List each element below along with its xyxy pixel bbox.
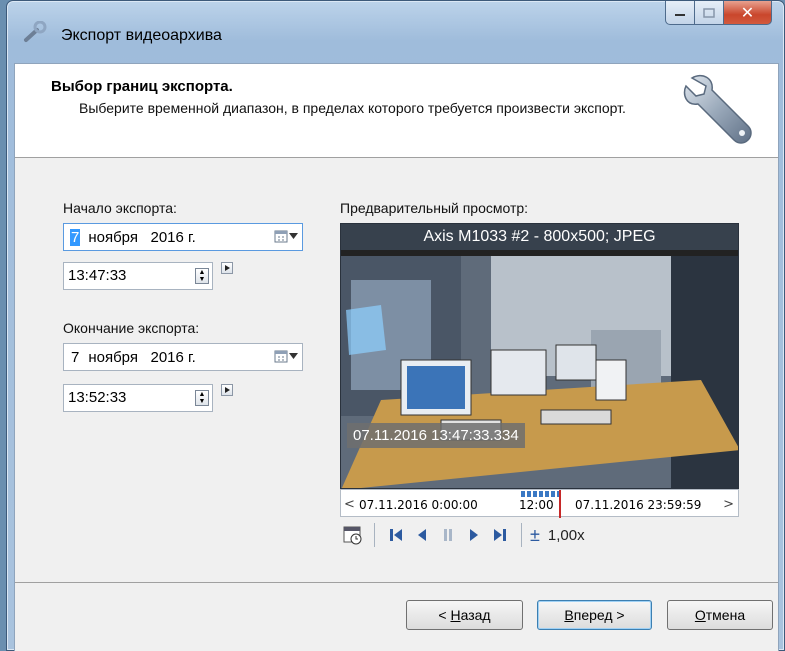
camera-title: Axis M1033 #2 - 800x500; JPEG <box>341 224 738 250</box>
skip-end-icon <box>494 529 506 541</box>
toolbar-separator <box>521 523 522 547</box>
preview-label: Предварительный просмотр: <box>340 200 529 216</box>
maximize-button[interactable] <box>695 1 724 25</box>
video-preview[interactable]: Axis M1033 #2 - 800x500; JPEG 07.11.2016… <box>340 223 739 489</box>
minimize-icon <box>675 13 685 16</box>
wrench-icon <box>683 74 752 144</box>
end-calendar-dropdown[interactable] <box>274 349 298 363</box>
back-button-hotkey: Н <box>450 607 461 623</box>
start-export-label: Начало экспорта: <box>63 200 177 216</box>
start-date-picker[interactable]: 7 ноября 2016 г. <box>63 223 303 251</box>
timeline-recording-marks <box>521 491 561 497</box>
chevron-down-icon <box>289 233 298 239</box>
timeline-end-label: 07.11.2016 23:59:59 <box>575 498 702 512</box>
camera-frame-image <box>341 250 738 488</box>
speed-plus-minus-icon[interactable]: ± <box>530 525 540 546</box>
skip-to-end-button[interactable] <box>487 521 513 549</box>
step-back-button[interactable] <box>409 521 435 549</box>
next-button[interactable]: Вперед > <box>537 600 652 630</box>
end-month-year[interactable]: ноября 2016 г. <box>88 349 195 366</box>
timeline-cursor[interactable] <box>559 490 561 518</box>
minimize-button[interactable] <box>665 1 695 25</box>
start-time-field[interactable]: 13:47:33 ▲ ▼ <box>63 262 213 290</box>
timeline-noon-label: 12:00 <box>519 498 554 512</box>
calendar-icon <box>274 230 288 243</box>
playback-controls: ± 1,00x <box>340 519 739 551</box>
back-button-prefix: < <box>438 607 451 623</box>
dialog-client-area: Выбор границ экспорта. Выберите временно… <box>14 63 779 651</box>
cancel-button-hotkey: О <box>694 607 706 623</box>
page-title: Выбор границ экспорта. <box>51 78 233 95</box>
footer-divider <box>15 582 778 583</box>
end-jump-play-button[interactable] <box>221 384 233 396</box>
window-title: Экспорт видеоархива <box>61 27 222 44</box>
start-day-field[interactable]: 7 <box>70 228 81 246</box>
cancel-button-label: тмена <box>705 607 746 623</box>
end-export-label: Окончание экспорта: <box>63 320 200 336</box>
back-button-label: азад <box>460 607 491 623</box>
timeline-bar[interactable]: < 07.11.2016 0:00:00 12:00 07.11.2016 23… <box>340 489 739 518</box>
end-time-value: 13:52:33 <box>68 389 127 406</box>
close-icon: ✕ <box>740 4 755 22</box>
next-button-label: перед > <box>573 607 625 623</box>
step-forward-button[interactable] <box>461 521 487 549</box>
timeline-start-label: 07.11.2016 0:00:00 <box>359 498 478 512</box>
title-bar[interactable]: Экспорт видеоархива ✕ <box>7 1 784 63</box>
chevron-down-icon <box>289 353 298 359</box>
skip-start-icon <box>390 529 402 541</box>
clock-calendar-icon <box>343 526 362 545</box>
start-calendar-dropdown[interactable] <box>274 229 298 243</box>
wizard-header: Выбор границ экспорта. Выберите временно… <box>15 64 778 158</box>
next-button-hotkey: В <box>564 607 574 623</box>
end-time-spinner[interactable]: ▲ ▼ <box>195 390 209 406</box>
close-button[interactable]: ✕ <box>724 1 772 25</box>
maximize-icon <box>703 7 715 18</box>
cancel-button[interactable]: Отмена <box>667 600 773 630</box>
step-forward-icon <box>470 529 478 541</box>
timeline-left-arrow-icon[interactable]: < <box>344 497 355 512</box>
wrench-app-icon <box>24 21 47 42</box>
back-button[interactable]: < Назад <box>406 600 523 630</box>
step-back-icon <box>418 529 426 541</box>
export-dialog-window: Экспорт видеоархива ✕ Выбор границ экспо… <box>6 0 785 651</box>
caption-buttons: ✕ <box>665 1 772 27</box>
start-jump-play-button[interactable] <box>221 262 233 274</box>
page-description: Выберите временной диапазон, в пределах … <box>79 100 626 116</box>
frame-timestamp: 07.11.2016 13:47:33.334 <box>347 423 525 448</box>
end-day-field[interactable]: 7 <box>70 349 80 366</box>
timeline-right-arrow-icon[interactable]: > <box>723 497 734 512</box>
playback-speed[interactable]: 1,00x <box>548 527 585 544</box>
start-time-value: 13:47:33 <box>68 267 127 284</box>
start-time-spinner[interactable]: ▲ ▼ <box>195 268 209 284</box>
calendar-icon <box>274 350 288 363</box>
pause-icon <box>444 529 452 541</box>
end-time-field[interactable]: 13:52:33 ▲ ▼ <box>63 384 213 412</box>
toolbar-separator <box>374 523 375 547</box>
clock-calendar-button[interactable] <box>340 521 366 549</box>
pause-button[interactable] <box>435 521 461 549</box>
end-date-picker[interactable]: 7 ноября 2016 г. <box>63 343 303 371</box>
start-month-year[interactable]: ноября 2016 г. <box>88 229 195 246</box>
skip-to-start-button[interactable] <box>383 521 409 549</box>
